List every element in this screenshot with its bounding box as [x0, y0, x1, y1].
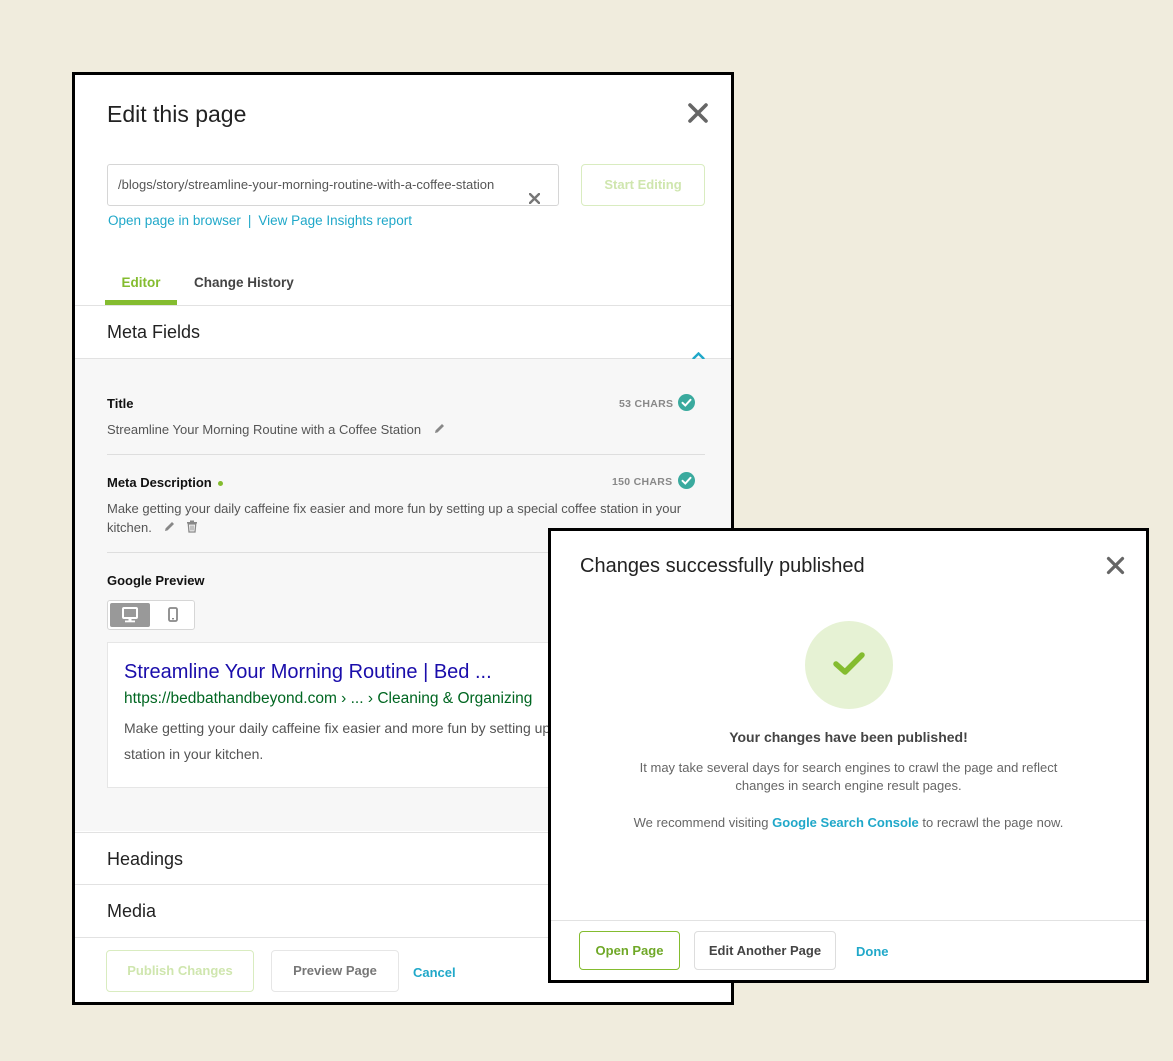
edit-another-page-button[interactable]: Edit Another Page	[694, 931, 836, 970]
modal-headline: Your changes have been published!	[729, 729, 968, 745]
page-url-value: /blogs/story/streamline-your-morning-rou…	[118, 177, 495, 192]
publish-changes-button[interactable]: Publish Changes	[106, 950, 254, 992]
tab-editor[interactable]: Editor	[105, 271, 177, 305]
mobile-view-icon[interactable]	[153, 603, 193, 627]
preview-title: Streamline Your Morning Routine | Bed ..…	[124, 661, 492, 683]
modal-body-text: It may take several days for search engi…	[639, 760, 1058, 793]
meta-fields-section-header[interactable]: Meta Fields	[75, 306, 731, 360]
title-field-value: Streamline Your Morning Routine with a C…	[107, 422, 422, 437]
cancel-button[interactable]: Cancel	[413, 965, 456, 980]
close-icon[interactable]	[687, 102, 709, 124]
page-url-input[interactable]: /blogs/story/streamline-your-morning-rou…	[107, 164, 559, 206]
modified-dot-icon	[217, 481, 223, 487]
description-valid-check-icon	[678, 472, 695, 489]
meta-description-label: Meta Description	[107, 475, 223, 490]
modal-footer: Open Page Edit Another Page Done	[551, 920, 1146, 980]
google-preview-label: Google Preview	[107, 573, 205, 588]
publish-success-modal: Changes successfully published Your chan…	[548, 528, 1149, 983]
preview-device-toggle	[107, 600, 195, 630]
title-field-label: Title	[107, 396, 134, 411]
field-divider	[107, 454, 705, 455]
preview-url: https://bedbathandbeyond.com › ... › Cle…	[124, 690, 533, 707]
preview-page-button[interactable]: Preview Page	[271, 950, 399, 992]
panel-title: Edit this page	[107, 101, 247, 127]
meta-fields-heading: Meta Fields	[107, 322, 201, 342]
modal-recommendation: We recommend visiting Google Search Cons…	[633, 815, 1064, 830]
editor-tabs: Editor Change History	[75, 271, 731, 306]
title-valid-check-icon	[678, 394, 695, 411]
delete-description-trash-icon[interactable]	[186, 519, 198, 538]
modal-title: Changes successfully published	[580, 555, 865, 577]
headings-label: Headings	[107, 849, 184, 869]
checkmark-icon	[833, 652, 865, 675]
desktop-view-icon[interactable]	[110, 603, 150, 627]
media-label: Media	[107, 901, 157, 921]
clear-url-icon[interactable]	[528, 180, 541, 220]
page-links: Open page in browser | View Page Insights …	[108, 213, 412, 228]
tab-change-history[interactable]: Change History	[194, 271, 294, 305]
open-in-browser-link[interactable]: Open page in browser	[108, 213, 241, 228]
link-separator: |	[247, 213, 252, 228]
google-search-console-link[interactable]: Google Search Console	[772, 815, 919, 830]
start-editing-button[interactable]: Start Editing	[581, 164, 705, 206]
edit-description-pencil-icon[interactable]	[163, 519, 176, 538]
title-field-value-row: Streamline Your Morning Routine with a C…	[107, 420, 446, 440]
description-char-count: 150 CHARS	[612, 476, 673, 488]
title-char-count: 53 CHARS	[619, 398, 674, 410]
done-button[interactable]: Done	[856, 944, 889, 959]
close-modal-icon[interactable]	[1106, 556, 1125, 575]
success-badge	[805, 621, 893, 709]
page-insights-link[interactable]: View Page Insights report	[258, 213, 412, 228]
open-page-button[interactable]: Open Page	[579, 931, 680, 970]
edit-title-pencil-icon[interactable]	[433, 421, 446, 440]
